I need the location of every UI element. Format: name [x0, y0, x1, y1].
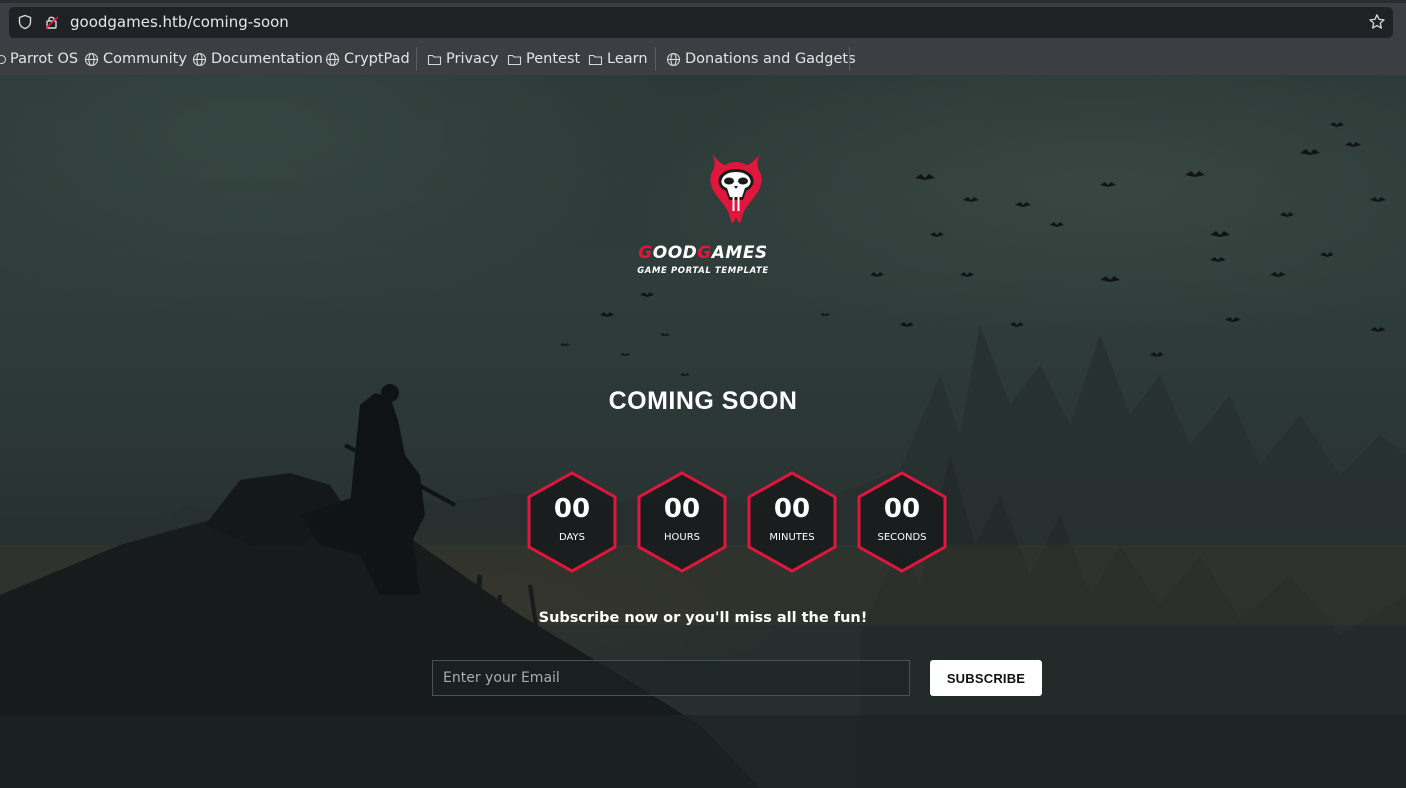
brand-text-good: OOD	[652, 243, 698, 263]
hero-section: GOODGAMES GAME PORTAL TEMPLATE COMING SO…	[0, 75, 1406, 788]
bookmark-label: Privacy	[446, 51, 499, 67]
folder-icon	[507, 54, 522, 65]
bookmarks-toolbar: Parrot OS Community Documentation CryptP…	[0, 45, 1406, 73]
countdown-value: 00	[663, 494, 701, 524]
email-input[interactable]	[432, 660, 910, 696]
countdown-label: MINUTES	[769, 532, 815, 543]
countdown-days: 00 DAYS	[526, 471, 618, 573]
bookmark-documentation[interactable]: Documentation	[192, 49, 323, 69]
countdown-hours: 00 HOURS	[636, 471, 728, 573]
bookmark-label: Parrot OS	[10, 51, 79, 67]
countdown-value: 00	[773, 494, 811, 524]
countdown-minutes: 00 MINUTES	[746, 471, 838, 573]
bookmark-parrot-os[interactable]: Parrot OS	[0, 49, 78, 69]
subscribe-prompt: Subscribe now or you'll miss all the fun…	[538, 610, 868, 626]
brand-text-games: AMES	[711, 243, 768, 263]
countdown-label: DAYS	[558, 532, 586, 543]
folder-icon	[588, 54, 603, 65]
bookmark-label: Pentest	[526, 51, 581, 67]
address-bar[interactable]: goodgames.htb/coming-soon	[9, 7, 1393, 38]
bookmark-cryptpad[interactable]: CryptPad	[325, 49, 410, 69]
browser-chrome: goodgames.htb/coming-soon Parrot OS Comm…	[0, 0, 1406, 75]
globe-icon	[192, 52, 207, 66]
brand-initial-g: G	[697, 243, 712, 263]
goodgames-skull-logo	[710, 154, 762, 224]
bookmark-label: Community	[103, 51, 187, 67]
globe-icon	[325, 52, 340, 66]
folder-icon	[427, 54, 442, 65]
bookmark-community[interactable]: Community	[84, 49, 187, 69]
bookmark-separator	[416, 47, 417, 71]
url-text[interactable]: goodgames.htb/coming-soon	[70, 13, 289, 31]
bookmark-separator	[849, 47, 850, 71]
bookmark-folder-privacy[interactable]: Privacy	[427, 49, 499, 69]
page-heading: COMING SOON	[608, 387, 798, 415]
countdown-value: 00	[553, 494, 591, 524]
countdown-label: HOURS	[663, 532, 700, 543]
bookmark-label: Learn	[607, 51, 648, 67]
bookmark-separator	[655, 47, 656, 71]
chrome-top-border	[0, 0, 1406, 3]
globe-icon	[84, 52, 99, 66]
shield-icon[interactable]	[17, 14, 33, 30]
subscribe-button[interactable]: SUBSCRIBE	[930, 660, 1042, 696]
brand-tagline: GAME PORTAL TEMPLATE	[637, 266, 769, 276]
brand-initial-g: G	[638, 243, 653, 263]
bookmark-label: Documentation	[211, 51, 323, 67]
bookmark-label: Donations and Gadgets	[685, 51, 856, 67]
countdown-label: SECONDS	[877, 532, 927, 543]
bookmark-star-icon[interactable]	[1368, 13, 1386, 31]
parrot-icon	[0, 54, 7, 64]
insecure-lock-icon[interactable]	[44, 14, 60, 30]
countdown-value: 00	[883, 494, 921, 524]
bookmark-folder-learn[interactable]: Learn	[588, 49, 648, 69]
bookmark-label: CryptPad	[344, 51, 410, 67]
bookmark-folder-pentest[interactable]: Pentest	[507, 49, 580, 69]
globe-icon	[666, 52, 681, 66]
bookmark-donations-and-gadgets[interactable]: Donations and Gadgets	[666, 49, 856, 69]
countdown-seconds: 00 SECONDS	[856, 471, 948, 573]
brand-wordmark: GOODGAMES	[0, 243, 1406, 263]
